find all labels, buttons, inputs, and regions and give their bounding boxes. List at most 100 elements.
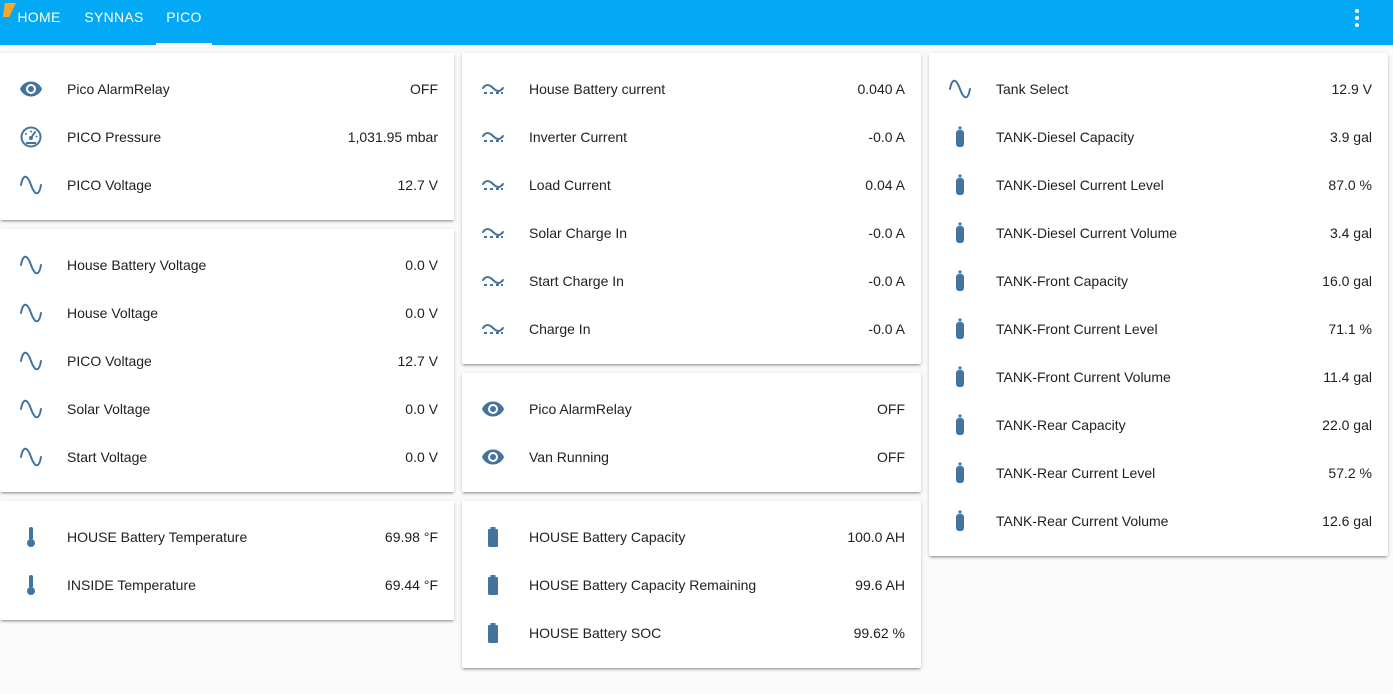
sine-wave-icon (18, 253, 44, 277)
entity-name: TANK-Diesel Current Level (996, 177, 1164, 193)
entity-name: HOUSE Battery Capacity Remaining (529, 577, 757, 593)
sine-wave-icon (18, 349, 44, 373)
entity-name: Pico AlarmRelay (529, 401, 632, 417)
tab-home[interactable]: HOME (6, 0, 72, 45)
entity-state: 3.4 gal (1329, 225, 1372, 241)
overflow-menu-icon[interactable] (1345, 8, 1369, 28)
entity-row[interactable]: Pico AlarmRelay OFF (0, 65, 454, 113)
entity-name: House Voltage (67, 305, 159, 321)
eye-icon (480, 445, 506, 469)
entity-state: -0.0 A (868, 129, 905, 145)
entity-state: 69.98 °F (384, 529, 438, 545)
current-ac-icon (480, 269, 506, 293)
card: Pico AlarmRelay OFF PICO Pressure 1,031.95… (0, 53, 454, 220)
sine-wave-icon (18, 445, 44, 469)
entity-row[interactable]: Start Voltage 0.0 V (0, 433, 454, 481)
entity-row[interactable]: TANK-Rear Current Volume 12.6 gal (929, 497, 1388, 545)
entity-name: TANK-Front Current Level (996, 321, 1158, 337)
entity-name: TANK-Rear Capacity (996, 417, 1126, 433)
entity-row[interactable]: House Battery Voltage 0.0 V (0, 241, 454, 289)
entity-row[interactable]: TANK-Front Capacity 16.0 gal (929, 257, 1388, 305)
gas-cylinder-icon (947, 173, 973, 197)
entity-state: 1,031.95 mbar (347, 129, 438, 145)
gas-cylinder-icon (947, 365, 973, 389)
entity-state: 12.7 V (397, 177, 438, 193)
entity-row[interactable]: TANK-Front Current Volume 11.4 gal (929, 353, 1388, 401)
entity-name: TANK-Diesel Capacity (996, 129, 1135, 145)
entity-name: TANK-Rear Current Volume (996, 513, 1169, 529)
current-ac-icon (480, 173, 506, 197)
entity-row[interactable]: Charge In -0.0 A (462, 305, 921, 353)
entity-state: 69.44 °F (384, 577, 438, 593)
entity-state: 0.0 V (405, 305, 438, 321)
card: Tank Select 12.9 V TANK-Diesel Capacity 3.… (929, 53, 1388, 556)
entity-state: 57.2 % (1328, 465, 1372, 481)
sine-wave-icon (18, 397, 44, 421)
entity-state: OFF (877, 401, 905, 417)
gas-cylinder-icon (947, 509, 973, 533)
entity-state: 22.0 gal (1322, 417, 1372, 433)
tab-synnas[interactable]: SYNNAS (72, 0, 156, 45)
entity-state: 0.0 V (405, 401, 438, 417)
entity-row[interactable]: Solar Voltage 0.0 V (0, 385, 454, 433)
gauge-icon (18, 125, 44, 149)
eye-icon (480, 397, 506, 421)
entity-state: 3.9 gal (1329, 129, 1372, 145)
entity-row[interactable]: TANK-Rear Capacity 22.0 gal (929, 401, 1388, 449)
entity-name: House Battery Voltage (67, 257, 207, 273)
gas-cylinder-icon (947, 221, 973, 245)
entity-row[interactable]: Solar Charge In -0.0 A (462, 209, 921, 257)
entity-row[interactable]: HOUSE Battery Capacity 100.0 AH (462, 513, 921, 561)
current-ac-icon (480, 221, 506, 245)
entity-name: Charge In (529, 321, 591, 337)
card: House Battery current 0.040 A Inverter Cu… (462, 53, 921, 364)
entity-row[interactable]: TANK-Diesel Current Volume 3.4 gal (929, 209, 1388, 257)
battery-icon (480, 621, 506, 645)
entity-row[interactable]: HOUSE Battery Temperature 69.98 °F (0, 513, 454, 561)
entity-name: Inverter Current (529, 129, 628, 145)
gas-cylinder-icon (947, 269, 973, 293)
entity-name: INSIDE Temperature (67, 577, 196, 593)
entity-row[interactable]: PICO Voltage 12.7 V (0, 161, 454, 209)
entity-row[interactable]: Tank Select 12.9 V (929, 65, 1388, 113)
entity-name: HOUSE Battery SOC (529, 625, 662, 641)
entity-row[interactable]: Van Running OFF (462, 433, 921, 481)
entity-state: -0.0 A (868, 273, 905, 289)
entity-row[interactable]: Pico AlarmRelay OFF (462, 385, 921, 433)
entity-state: OFF (410, 81, 438, 97)
gas-cylinder-icon (947, 461, 973, 485)
entity-row[interactable]: TANK-Front Current Level 71.1 % (929, 305, 1388, 353)
entity-state: 99.6 AH (855, 577, 905, 593)
entity-row[interactable]: House Voltage 0.0 V (0, 289, 454, 337)
entity-row[interactable]: TANK-Rear Current Level 57.2 % (929, 449, 1388, 497)
entity-row[interactable]: HOUSE Battery SOC 99.62 % (462, 609, 921, 657)
entity-name: Pico AlarmRelay (67, 81, 170, 97)
tab-pico[interactable]: PICO (156, 0, 212, 45)
entity-row[interactable]: TANK-Diesel Current Level 87.0 % (929, 161, 1388, 209)
gas-cylinder-icon (947, 317, 973, 341)
entity-row[interactable]: INSIDE Temperature 69.44 °F (0, 561, 454, 609)
entity-row[interactable]: Start Charge In -0.0 A (462, 257, 921, 305)
entity-state: 16.0 gal (1322, 273, 1372, 289)
current-ac-icon (480, 77, 506, 101)
app-toolbar: HOME SYNNAS PICO (0, 0, 1393, 45)
entity-row[interactable]: PICO Voltage 12.7 V (0, 337, 454, 385)
entity-name: Van Running (529, 449, 609, 465)
sine-wave-icon (947, 77, 973, 101)
entity-row[interactable]: Inverter Current -0.0 A (462, 113, 921, 161)
current-ac-icon (480, 125, 506, 149)
entity-name: Solar Charge In (529, 225, 628, 241)
entity-row[interactable]: TANK-Diesel Capacity 3.9 gal (929, 113, 1388, 161)
entity-row[interactable]: Load Current 0.04 A (462, 161, 921, 209)
entity-name: TANK-Front Capacity (996, 273, 1128, 289)
sine-wave-icon (18, 173, 44, 197)
entity-state: 12.7 V (397, 353, 438, 369)
entity-row[interactable]: House Battery current 0.040 A (462, 65, 921, 113)
entity-row[interactable]: HOUSE Battery Capacity Remaining 99.6 AH (462, 561, 921, 609)
entity-name: TANK-Front Current Volume (996, 369, 1171, 385)
entity-name: House Battery current (529, 81, 666, 97)
entity-name: PICO Voltage (67, 177, 152, 193)
entity-name: Start Voltage (67, 449, 148, 465)
entity-state: OFF (877, 449, 905, 465)
entity-row[interactable]: PICO Pressure 1,031.95 mbar (0, 113, 454, 161)
